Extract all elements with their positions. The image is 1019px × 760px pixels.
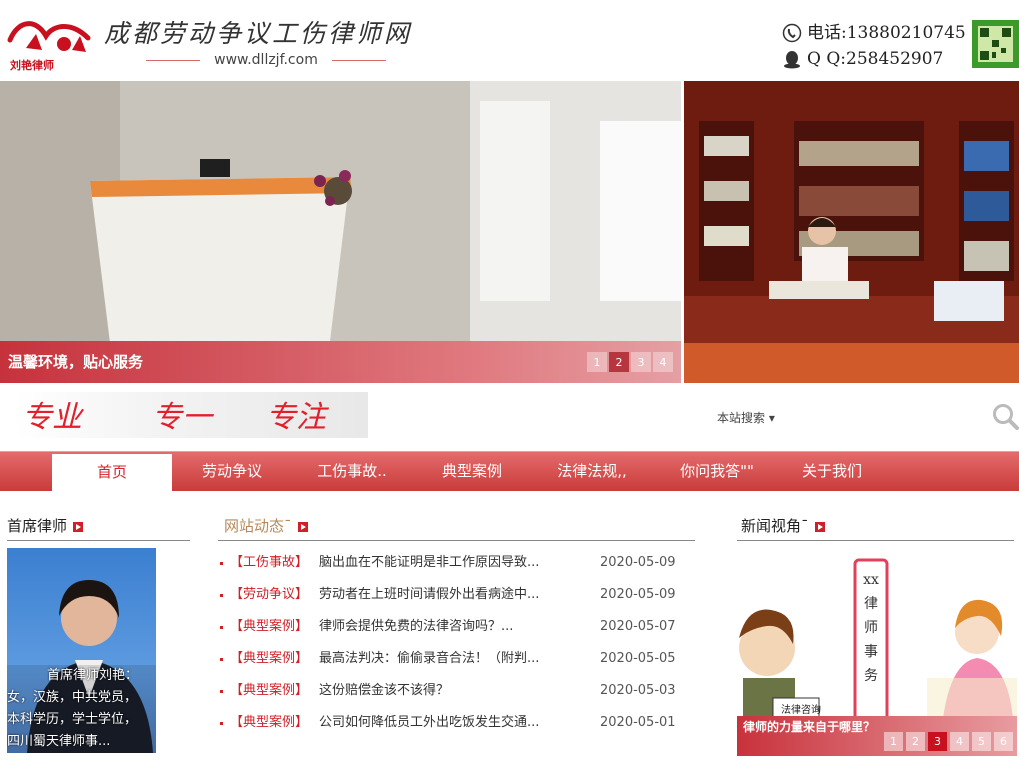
- site-header: 刘艳律师 成都劳动争议工伤律师网 www.dllzjf.com 电话:13880…: [0, 0, 1019, 80]
- media-caption[interactable]: 律师的力量来自于哪里？: [743, 718, 875, 735]
- news-title[interactable]: 公司如何降低员工外出吃饭发生交通...: [319, 712, 539, 734]
- media-page-1[interactable]: 1: [884, 732, 903, 751]
- media-page-5[interactable]: 5: [972, 732, 991, 751]
- contact-info: 电话:13880210745 Q Q:258452907: [782, 20, 966, 72]
- media-slider[interactable]: 法律咨询 xx律师事务 律师的力量来自于哪里？ 1 2 3 4 5 6: [737, 558, 1017, 756]
- logo-subtitle: 刘艳律师: [10, 59, 54, 72]
- news-category[interactable]: 【劳动争议】: [230, 584, 308, 606]
- news-date: 2020-05-05: [600, 651, 676, 666]
- slogan-banner: 专业 专一 专注: [14, 392, 368, 438]
- search-scope-dropdown[interactable]: 本站搜索 ▾: [717, 409, 775, 426]
- news-item[interactable]: 【典型案例】 最高法判决：偷偷录音合法！（附判... 2020-05-05: [218, 648, 682, 680]
- section-divider: [218, 540, 695, 541]
- qq-number: Q Q:258452907: [807, 49, 944, 69]
- more-arrow-icon[interactable]: [73, 521, 84, 532]
- office-reception-photo: [0, 81, 681, 383]
- nav-typical-cases[interactable]: 典型案例: [412, 452, 532, 491]
- news-category[interactable]: 【典型案例】: [230, 616, 308, 638]
- bullet-icon: [220, 722, 223, 725]
- side-banner-photo[interactable]: [684, 81, 1019, 383]
- media-page-3[interactable]: 3: [928, 732, 947, 751]
- news-title[interactable]: 劳动者在上班时间请假外出看病途中...: [319, 584, 539, 606]
- slogan-word-3: 专注: [266, 400, 326, 435]
- news-item[interactable]: 【典型案例】 这份赔偿金该不该得？ 2020-05-03: [218, 680, 682, 712]
- more-arrow-icon[interactable]: [297, 521, 308, 532]
- consult-bubble-text: 法律咨询: [781, 703, 821, 716]
- lawyer-office-photo: [684, 81, 1019, 383]
- qq-icon: [784, 51, 800, 69]
- law-firm-sign: xx律师事务: [863, 572, 879, 684]
- news-title[interactable]: 脑出血在不能证明是非工作原因导致...: [319, 552, 539, 574]
- media-section-title[interactable]: 新闻视角ˉ: [741, 515, 825, 536]
- phone-number: 电话:13880210745: [807, 23, 966, 43]
- news-item[interactable]: 【劳动争议】 劳动者在上班时间请假外出看病途中... 2020-05-09: [218, 584, 682, 616]
- nav-labor-disputes[interactable]: 劳动争议: [172, 452, 292, 491]
- banner-page-2[interactable]: 2: [609, 352, 629, 372]
- nav-home[interactable]: 首页: [52, 454, 172, 491]
- more-arrow-icon[interactable]: [814, 521, 825, 532]
- main-banner-slider[interactable]: 温馨环境，贴心服务 1 2 3 4: [0, 81, 681, 383]
- news-date: 2020-05-09: [600, 587, 676, 602]
- qr-code-image: [972, 20, 1019, 68]
- news-section-title[interactable]: 网站动态ˉ: [224, 515, 308, 536]
- news-date: 2020-05-09: [600, 555, 676, 570]
- banner-page-4[interactable]: 4: [653, 352, 673, 372]
- media-page-4[interactable]: 4: [950, 732, 969, 751]
- news-category[interactable]: 【典型案例】: [230, 680, 308, 702]
- news-list: 【工伤事故】 脑出血在不能证明是非工作原因导致... 2020-05-09 【劳…: [218, 552, 682, 744]
- slogan-word-2: 专一: [152, 400, 212, 435]
- media-pager: 1 2 3 4 5 6: [884, 732, 1013, 751]
- slogan-word-1: 专业: [22, 400, 82, 435]
- bullet-icon: [220, 594, 223, 597]
- news-item[interactable]: 【工伤事故】 脑出血在不能证明是非工作原因导致... 2020-05-09: [218, 552, 682, 584]
- bullet-icon: [220, 690, 223, 693]
- news-title[interactable]: 律师会提供免费的法律咨询吗？...: [319, 616, 513, 638]
- search-icon[interactable]: [992, 403, 1019, 430]
- banner-page-3[interactable]: 3: [631, 352, 651, 372]
- news-item[interactable]: 【典型案例】 律师会提供免费的法律咨询吗？... 2020-05-07: [218, 616, 682, 648]
- media-page-2[interactable]: 2: [906, 732, 925, 751]
- news-category[interactable]: 【典型案例】: [230, 648, 308, 670]
- nav-laws-regulations[interactable]: 法律法规,,: [532, 452, 652, 491]
- news-item[interactable]: 【典型案例】 公司如何降低员工外出吃饭发生交通... 2020-05-01: [218, 712, 682, 744]
- banner-caption-bar: 温馨环境，贴心服务 1 2 3 4: [0, 341, 681, 383]
- news-date: 2020-05-03: [600, 683, 676, 698]
- bullet-icon: [220, 562, 223, 565]
- site-title: 成都劳动争议工伤律师网: [104, 19, 413, 48]
- banner-pager: 1 2 3 4: [587, 352, 673, 372]
- bullet-icon: [220, 658, 223, 661]
- main-nav: 首页 劳动争议 工伤事故.. 典型案例 法律法规,, 你问我答"" 关于我们: [0, 451, 1019, 491]
- section-divider: [737, 540, 1014, 541]
- section-divider: [7, 540, 190, 541]
- news-title[interactable]: 最高法判决：偷偷录音合法！（附判...: [319, 648, 539, 670]
- nav-about-us[interactable]: 关于我们: [772, 452, 892, 491]
- media-page-6[interactable]: 6: [994, 732, 1013, 751]
- news-title[interactable]: 这份赔偿金该不该得？: [319, 680, 449, 702]
- news-category[interactable]: 【工伤事故】: [230, 552, 308, 574]
- banner-page-1[interactable]: 1: [587, 352, 607, 372]
- lawyer-portrait[interactable]: 首席律师刘艳： 女，汉族，中共党员， 本科学历，学士学位， 四川蜀天律师事...: [7, 548, 156, 753]
- lawyer-bio: 首席律师刘艳： 女，汉族，中共党员， 本科学历，学士学位， 四川蜀天律师事...: [7, 668, 139, 749]
- nav-work-injury[interactable]: 工伤事故..: [292, 452, 412, 491]
- phone-icon: [782, 23, 802, 43]
- media-caption-bar: 律师的力量来自于哪里？ 1 2 3 4 5 6: [737, 716, 1017, 756]
- news-date: 2020-05-07: [600, 619, 676, 634]
- bullet-icon: [220, 626, 223, 629]
- news-category[interactable]: 【典型案例】: [230, 712, 308, 734]
- lawyer-section-title[interactable]: 首席律师: [7, 515, 84, 536]
- banner-caption: 温馨环境，贴心服务: [8, 353, 144, 371]
- nav-qa[interactable]: 你问我答"": [652, 452, 782, 491]
- site-url: www.dllzjf.com: [104, 52, 428, 68]
- news-date: 2020-05-01: [600, 715, 676, 730]
